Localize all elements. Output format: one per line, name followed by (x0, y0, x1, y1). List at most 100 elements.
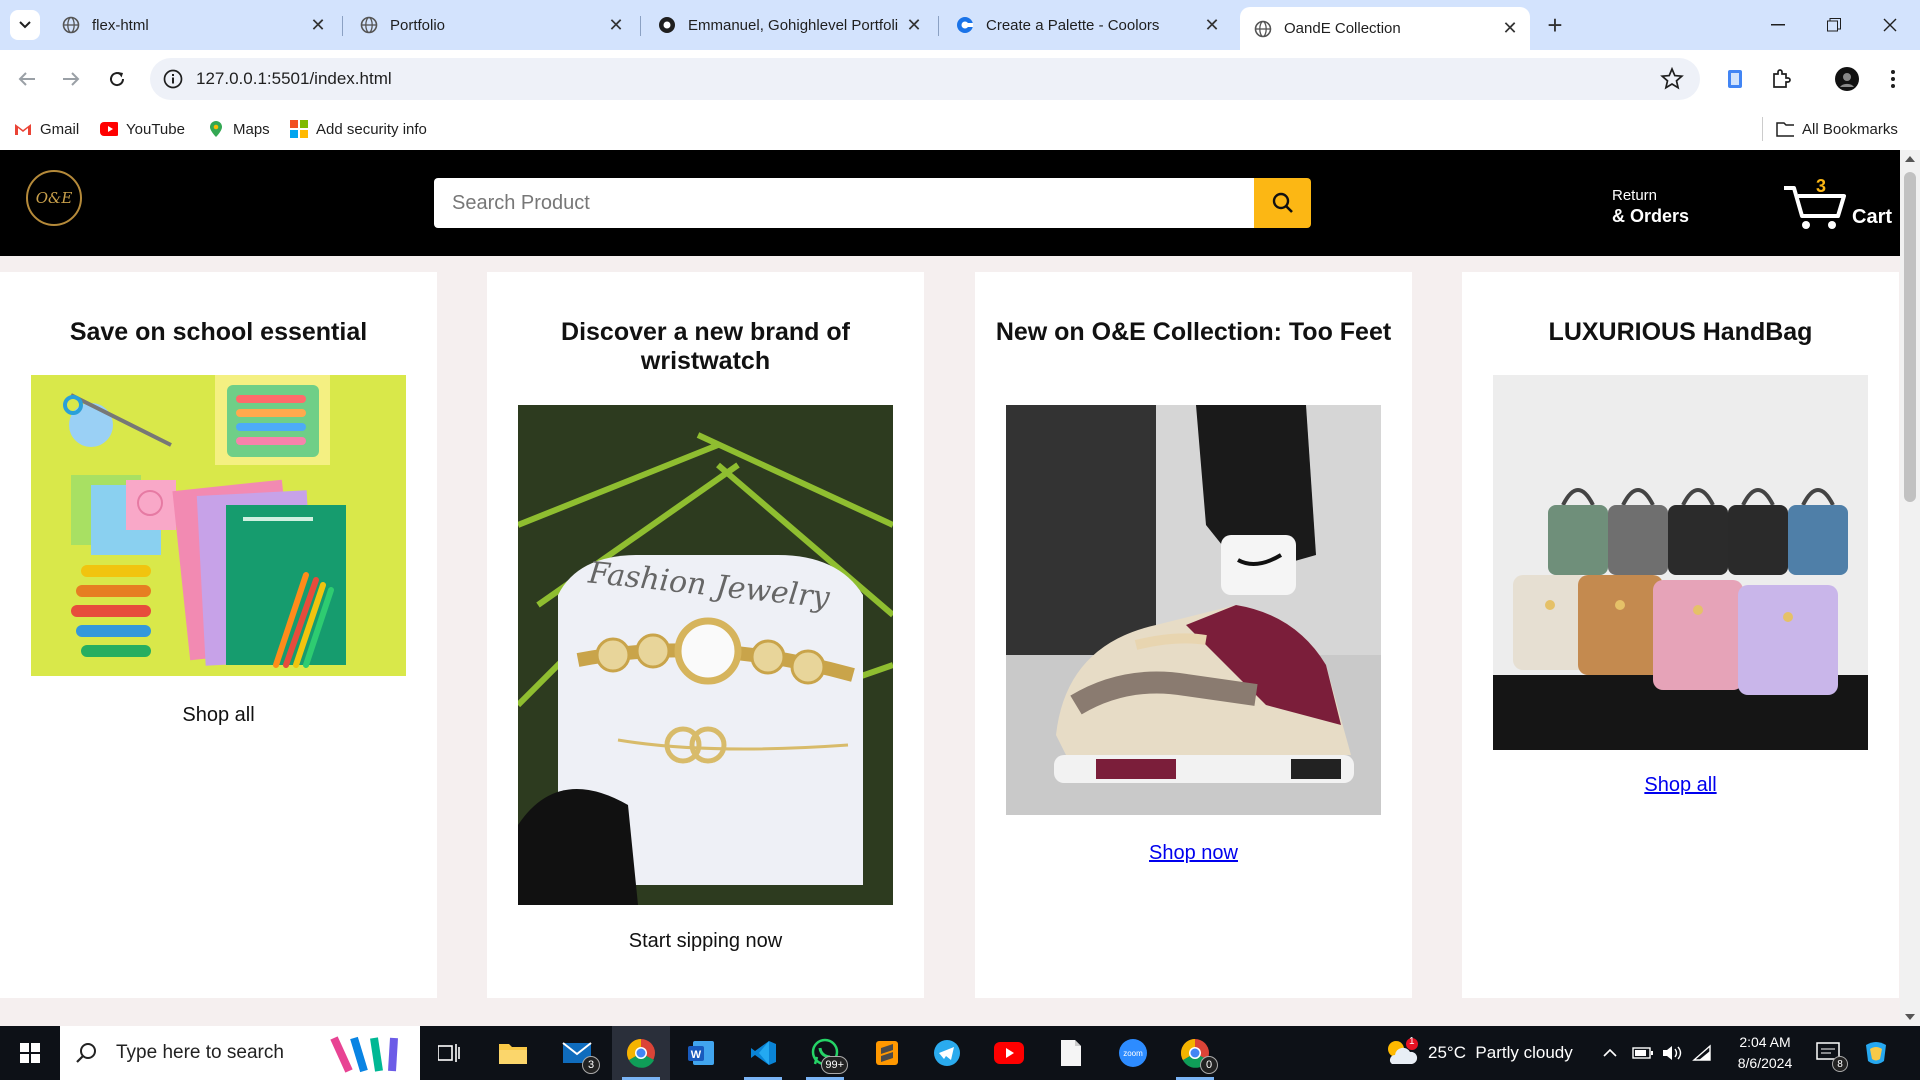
file-explorer-button[interactable] (484, 1026, 542, 1080)
restore-button[interactable] (1806, 0, 1862, 50)
scrollbar-thumb[interactable] (1904, 172, 1916, 502)
back-button[interactable] (12, 64, 42, 94)
bookmarks-bar: Gmail YouTube Maps Add security info All… (0, 108, 1920, 150)
tab-title: Portfolio (390, 16, 446, 34)
weather-widget[interactable]: 1 25°C Partly cloudy (1384, 1026, 1573, 1080)
orders-label: & Orders (1612, 206, 1690, 226)
card-cta-link[interactable]: Shop all (1462, 774, 1899, 797)
notepad-button[interactable] (1042, 1026, 1100, 1080)
bookmark-gmail[interactable]: Gmail (14, 117, 79, 141)
bookmark-star-icon[interactable] (1660, 67, 1684, 91)
weather-badge: 1 (1409, 1036, 1415, 1047)
site-info-icon[interactable] (162, 68, 184, 90)
handbags-image[interactable] (1493, 375, 1868, 750)
svg-text:W: W (691, 1049, 702, 1061)
page-scrollbar[interactable] (1900, 150, 1920, 1026)
vscode-button[interactable] (734, 1026, 792, 1080)
paint-brushes-icon (330, 1036, 398, 1073)
site-header: O&E Return & Orders 3 Cart (0, 150, 1900, 256)
search-button[interactable] (1254, 178, 1311, 228)
mail-button[interactable]: 3 (548, 1026, 606, 1080)
all-bookmarks-label: All Bookmarks (1802, 120, 1898, 138)
cart-icon (1784, 186, 1846, 229)
logo-text: O&E (35, 189, 73, 207)
close-tab-icon[interactable]: ✕ (902, 13, 926, 37)
site-logo[interactable]: O&E (26, 170, 82, 226)
chrome-profile-button[interactable]: 0 (1166, 1026, 1224, 1080)
extensions-icon[interactable] (1768, 66, 1794, 92)
chrome-badge: 0 (1200, 1056, 1218, 1074)
word-icon: W (688, 1041, 714, 1065)
menu-kebab-icon[interactable] (1880, 66, 1906, 92)
tab-flex-html[interactable]: flex-html ✕ (48, 7, 338, 43)
close-tab-icon[interactable]: ✕ (1498, 17, 1522, 41)
arrow-right-icon (63, 72, 80, 86)
tab-title: flex-html (92, 16, 149, 34)
network-status[interactable] (1692, 1026, 1712, 1080)
bookmark-maps[interactable]: Maps (207, 117, 270, 141)
scroll-up-arrow-icon[interactable] (1905, 156, 1915, 162)
volume-control[interactable] (1662, 1026, 1684, 1080)
sublime-button[interactable] (858, 1026, 916, 1080)
chrome-button[interactable] (612, 1026, 670, 1080)
sublime-text-icon (876, 1041, 898, 1065)
globe-icon (62, 16, 80, 34)
reload-icon (110, 72, 125, 87)
bookmark-label: Add security info (316, 120, 427, 138)
tab-separator (342, 16, 343, 36)
whatsapp-button[interactable]: 99+ (796, 1026, 854, 1080)
bookmark-label: Maps (233, 120, 270, 138)
sidepanel-icon[interactable] (1722, 66, 1748, 92)
returns-orders-link[interactable]: Return & Orders (1612, 186, 1689, 226)
close-tab-icon[interactable]: ✕ (1200, 13, 1224, 37)
profile-avatar[interactable] (1834, 66, 1860, 92)
bookmark-youtube[interactable]: YouTube (100, 117, 185, 141)
card-cta-link[interactable]: Shop now (975, 842, 1412, 865)
tab-portfolio[interactable]: Portfolio ✕ (346, 7, 636, 43)
telegram-button[interactable] (918, 1026, 976, 1080)
product-card-school: Save on school essential Shop all (0, 272, 437, 998)
product-card-sneakers: New on O&E Collection: Too Feet Shop now (975, 272, 1412, 998)
speaker-icon (1663, 1046, 1682, 1060)
zoom-button[interactable]: zoom (1104, 1026, 1162, 1080)
copilot-button[interactable] (1862, 1026, 1890, 1080)
cart-button[interactable]: 3 Cart (1782, 176, 1892, 236)
close-tab-icon[interactable]: ✕ (604, 13, 628, 37)
minimize-button[interactable] (1750, 0, 1806, 50)
chrome-icon (627, 1039, 655, 1068)
scroll-down-arrow-icon[interactable] (1905, 1014, 1915, 1020)
tab-gohighlevel-portfolio[interactable]: Emmanuel, Gohighlevel Portfoli ✕ (644, 7, 934, 43)
wristwatch-jewelry-image[interactable]: Fashion Jewelry (518, 405, 893, 905)
sneakers-image[interactable] (1006, 405, 1381, 815)
school-supplies-image[interactable] (31, 375, 406, 676)
forward-button[interactable] (56, 64, 86, 94)
tab-search-button[interactable] (10, 10, 40, 40)
maps-icon (207, 120, 225, 138)
clock[interactable]: 2:04 AM 8/6/2024 (1720, 1032, 1810, 1074)
tab-coolors[interactable]: Create a Palette - Coolors ✕ (942, 7, 1232, 43)
gohighlevel-icon (658, 16, 676, 34)
all-bookmarks-button[interactable]: All Bookmarks (1776, 117, 1898, 141)
document-icon (1061, 1040, 1081, 1066)
taskbar-search[interactable]: Type here to search (60, 1026, 420, 1080)
task-view-button[interactable] (420, 1026, 478, 1080)
card-cta[interactable]: Shop all (0, 704, 437, 727)
battery-status[interactable] (1632, 1026, 1654, 1080)
youtube-app-button[interactable] (980, 1026, 1038, 1080)
notification-center[interactable]: 8 (1816, 1026, 1848, 1080)
search-input[interactable] (434, 178, 1254, 228)
close-tab-icon[interactable]: ✕ (306, 13, 330, 37)
tab-strip: flex-html ✕ Portfolio ✕ Emmanuel, Gohigh… (0, 0, 1920, 50)
new-tab-button[interactable]: + (1540, 10, 1570, 40)
start-button[interactable] (0, 1026, 60, 1080)
reload-button[interactable] (102, 64, 132, 94)
tab-oande-collection[interactable]: OandE Collection ✕ (1240, 7, 1530, 50)
word-button[interactable]: W (672, 1026, 730, 1080)
close-window-button[interactable] (1862, 0, 1918, 50)
card-cta[interactable]: Start sipping now (487, 930, 924, 953)
bookmark-add-security-info[interactable]: Add security info (290, 117, 427, 141)
returns-label: Return (1612, 187, 1658, 204)
show-hidden-icons[interactable] (1602, 1026, 1618, 1080)
tab-title: OandE Collection (1284, 20, 1401, 37)
address-bar[interactable]: 127.0.0.1:5501/index.html (150, 58, 1700, 100)
